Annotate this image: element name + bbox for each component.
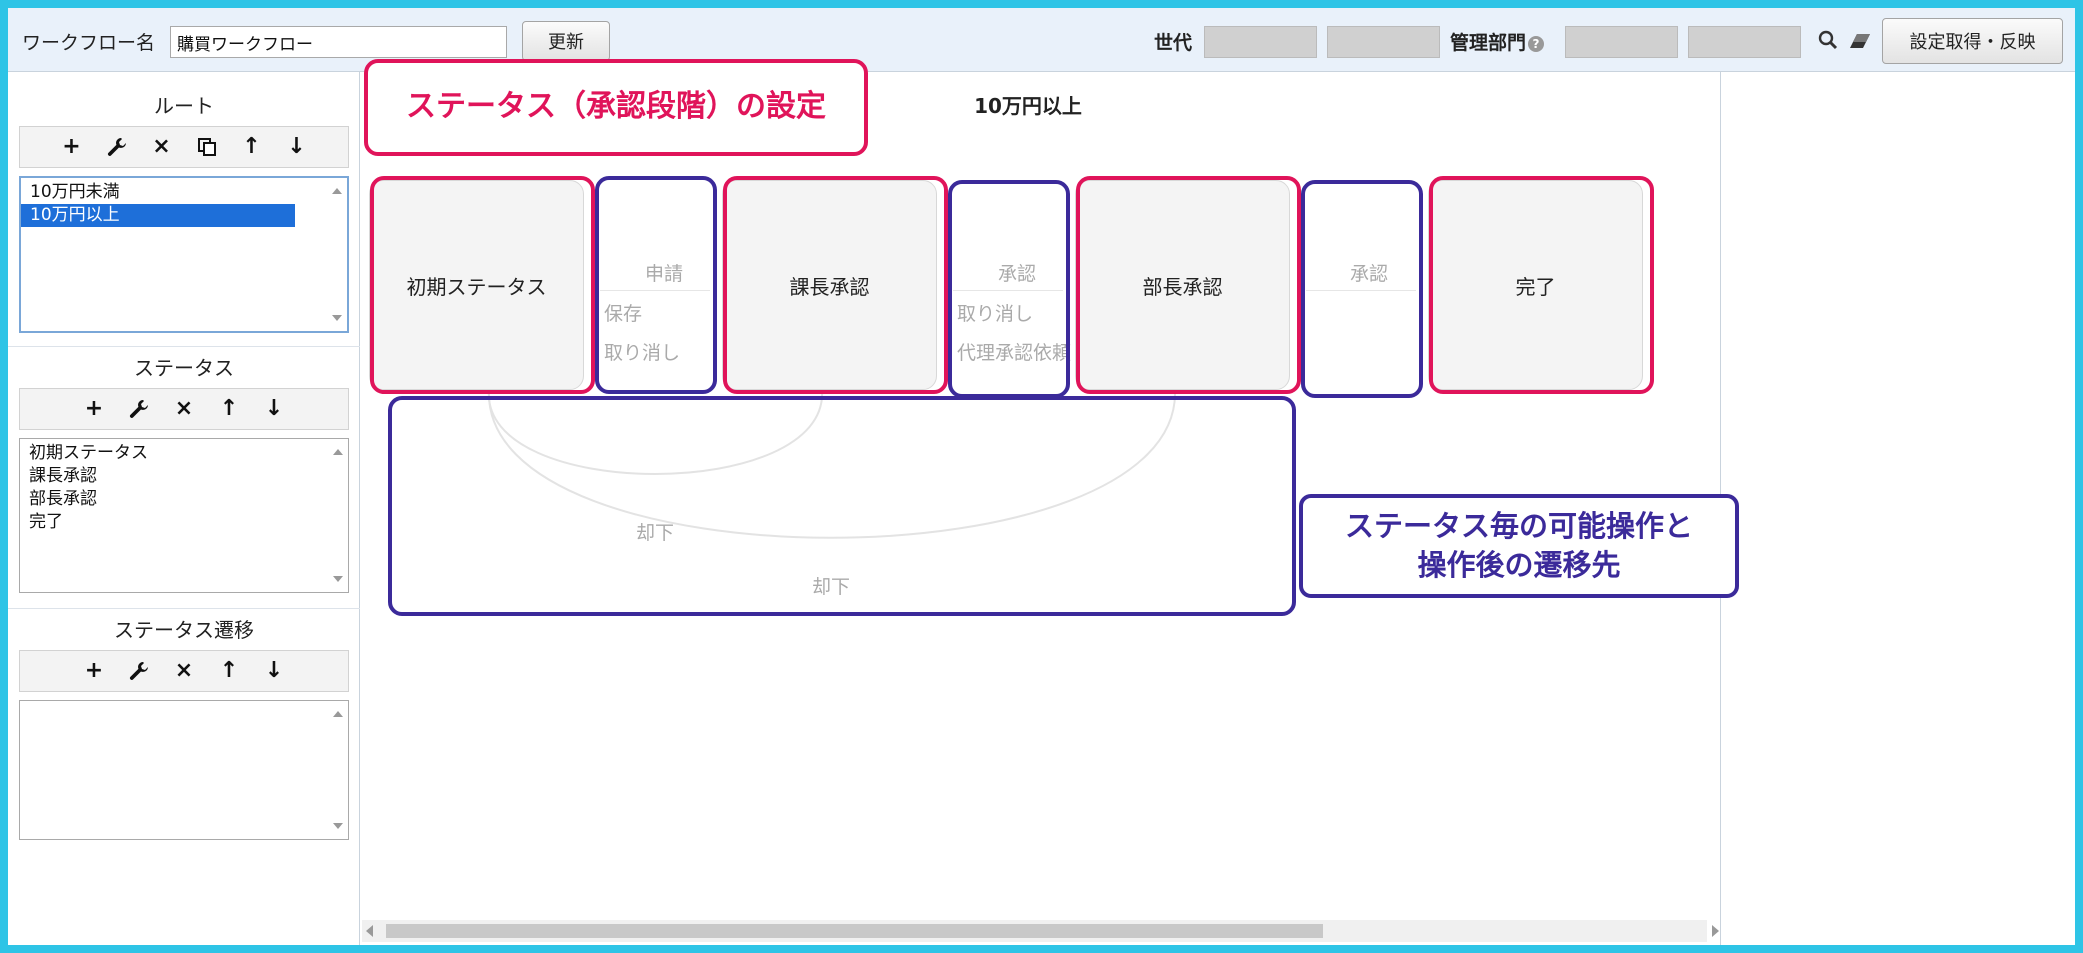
add-icon[interactable]: +	[82, 659, 106, 683]
status-list[interactable]: 初期ステータス 課長承認 部長承認 完了	[19, 438, 349, 593]
transition-section-title: ステータス遷移	[114, 618, 254, 642]
annotation-operations: ステータス毎の可能操作と 操作後の遷移先	[1299, 494, 1739, 598]
arrow-up-icon[interactable]: ↑	[240, 135, 264, 159]
divider	[8, 346, 360, 347]
highlight-status-box	[1429, 176, 1654, 394]
search-icon[interactable]	[1818, 30, 1838, 50]
generation-field-2[interactable]	[1327, 26, 1440, 58]
highlight-status-box	[723, 176, 948, 394]
status-item[interactable]: 課長承認	[20, 465, 294, 488]
highlight-actions-box	[1301, 180, 1423, 398]
status-toolbar: + × ↑ ↓	[19, 388, 349, 430]
transition-toolbar: + × ↑ ↓	[19, 650, 349, 692]
highlight-actions-box	[948, 180, 1070, 398]
route-item[interactable]: 10万円未満	[21, 181, 295, 204]
copy-icon[interactable]	[195, 135, 219, 159]
status-item[interactable]: 完了	[20, 511, 294, 534]
route-item-selected[interactable]: 10万円以上	[21, 204, 295, 227]
workflow-name-input[interactable]	[170, 26, 507, 58]
generation-label: 世代	[1154, 32, 1193, 54]
status-section-title: ステータス	[134, 356, 234, 380]
transition-list[interactable]	[19, 700, 349, 840]
app-frame: ワークフロー名 更新 世代 管理部門? 設定取得・反映 ルート + × ↑ ↓ …	[8, 8, 2075, 945]
highlight-reject-box	[388, 396, 1296, 616]
wrench-icon[interactable]	[127, 397, 151, 421]
route-toolbar: + × ↑ ↓	[19, 126, 349, 168]
left-panel: ルート + × ↑ ↓ 10万円未満 10万円以上 ステータス + × ↑ ↓ …	[8, 72, 360, 945]
highlight-status-box	[1076, 176, 1301, 394]
highlight-actions-box	[595, 176, 717, 394]
dept-field-1[interactable]	[1565, 26, 1678, 58]
arrow-down-icon[interactable]: ↓	[262, 397, 286, 421]
scrollbar-thumb[interactable]	[386, 924, 1323, 938]
route-list[interactable]: 10万円未満 10万円以上	[19, 176, 349, 333]
scroll-left-icon[interactable]	[366, 925, 373, 937]
generation-field-1[interactable]	[1204, 26, 1317, 58]
wrench-icon[interactable]	[105, 135, 129, 159]
highlight-status-box	[370, 176, 595, 394]
top-toolbar: ワークフロー名 更新 世代 管理部門? 設定取得・反映	[8, 8, 2075, 72]
help-icon[interactable]: ?	[1528, 35, 1545, 52]
wrench-icon[interactable]	[127, 659, 151, 683]
dept-label: 管理部門?	[1450, 28, 1545, 55]
transition-list-scrollbar[interactable]	[328, 701, 348, 839]
status-item[interactable]: 部長承認	[20, 488, 294, 511]
route-section-title: ルート	[154, 94, 214, 118]
dept-field-2[interactable]	[1688, 26, 1801, 58]
annotation-status-setting: ステータス（承認段階）の設定	[364, 59, 868, 156]
update-button[interactable]: 更新	[522, 21, 610, 61]
annotation-operations-line2: 操作後の遷移先	[1417, 548, 1621, 582]
status-list-scrollbar[interactable]	[328, 439, 348, 592]
fetch-apply-button[interactable]: 設定取得・反映	[1882, 18, 2063, 64]
close-icon[interactable]: ×	[150, 135, 174, 159]
status-item[interactable]: 初期ステータス	[20, 442, 294, 465]
route-list-scrollbar[interactable]	[327, 178, 347, 331]
arrow-down-icon[interactable]: ↓	[285, 135, 309, 159]
eraser-icon[interactable]	[1848, 32, 1872, 50]
arrow-up-icon[interactable]: ↑	[217, 659, 241, 683]
arrow-up-icon[interactable]: ↑	[217, 397, 241, 421]
divider	[8, 608, 360, 609]
scroll-right-icon[interactable]	[1712, 925, 1719, 937]
add-icon[interactable]: +	[82, 397, 106, 421]
close-icon[interactable]: ×	[172, 659, 196, 683]
arrow-down-icon[interactable]: ↓	[262, 659, 286, 683]
add-icon[interactable]: +	[60, 135, 84, 159]
annotation-operations-line1: ステータス毎の可能操作と	[1344, 508, 1693, 543]
close-icon[interactable]: ×	[172, 397, 196, 421]
workflow-name-label: ワークフロー名	[22, 32, 156, 54]
